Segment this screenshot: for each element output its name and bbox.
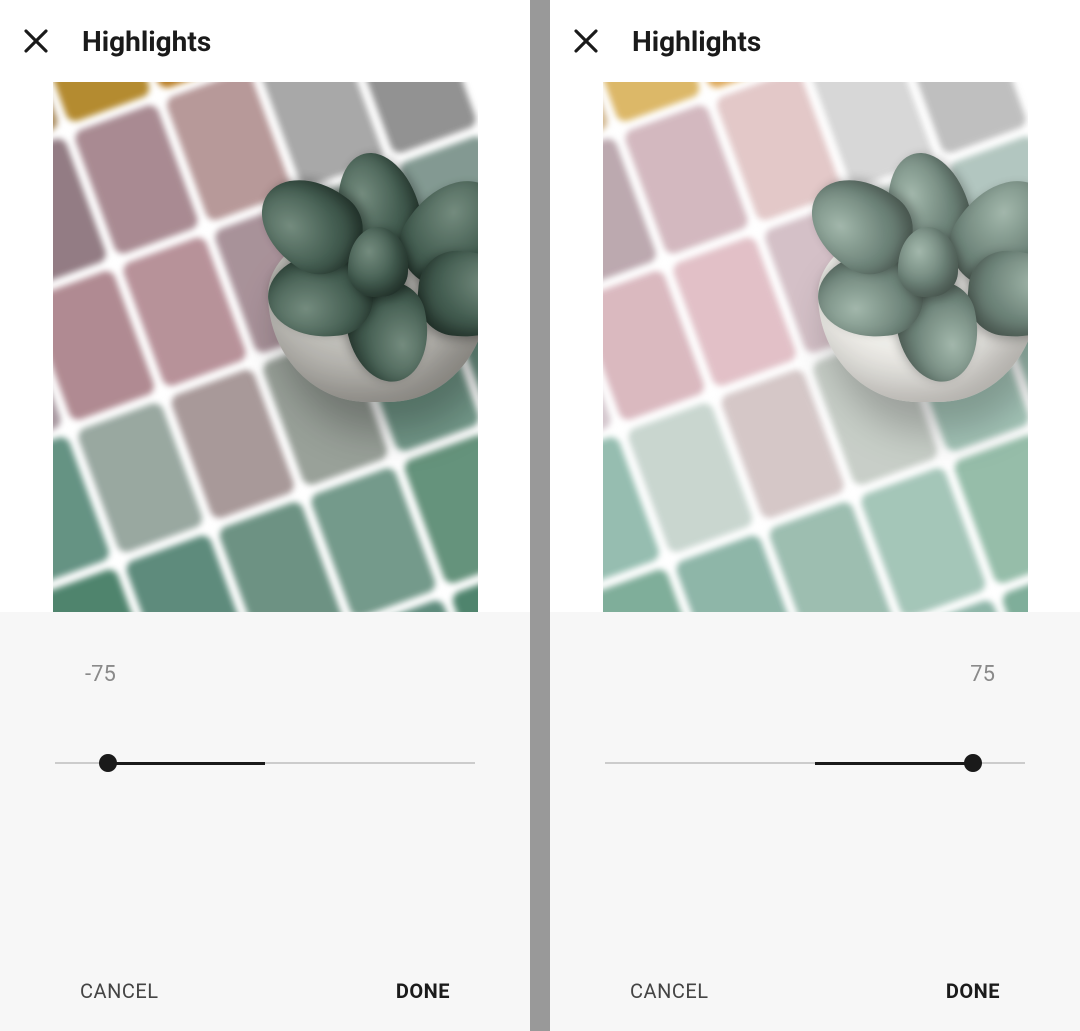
footer: CANCEL DONE: [0, 951, 530, 1031]
close-icon[interactable]: [20, 25, 52, 57]
edit-panel-right: Highlights 75 CANCEL DONE: [550, 0, 1080, 1031]
page-title: Highlights: [82, 25, 211, 58]
slider-value: -75: [0, 662, 530, 722]
succulent-pot: [228, 142, 478, 422]
done-button[interactable]: DONE: [396, 979, 450, 1003]
edit-panel-left: Highlights -75 CANCEL DONE: [0, 0, 530, 1031]
page-title: Highlights: [632, 25, 761, 58]
controls: 75 CANCEL DONE: [550, 612, 1080, 1031]
succulent-pot: [778, 142, 1028, 422]
done-button[interactable]: DONE: [946, 979, 1000, 1003]
cancel-button[interactable]: CANCEL: [630, 979, 709, 1003]
controls: -75 CANCEL DONE: [0, 612, 530, 1031]
slider-thumb[interactable]: [964, 754, 982, 772]
header: Highlights: [550, 0, 1080, 82]
cancel-button[interactable]: CANCEL: [80, 979, 159, 1003]
image-preview: [0, 82, 530, 612]
header: Highlights: [0, 0, 530, 82]
highlights-slider[interactable]: [550, 722, 1080, 764]
footer: CANCEL DONE: [550, 951, 1080, 1031]
highlights-slider[interactable]: [0, 722, 530, 764]
close-icon[interactable]: [570, 25, 602, 57]
image-preview: [550, 82, 1080, 612]
slider-thumb[interactable]: [99, 754, 117, 772]
slider-value: 75: [550, 662, 1080, 722]
panel-divider: [530, 0, 550, 1031]
